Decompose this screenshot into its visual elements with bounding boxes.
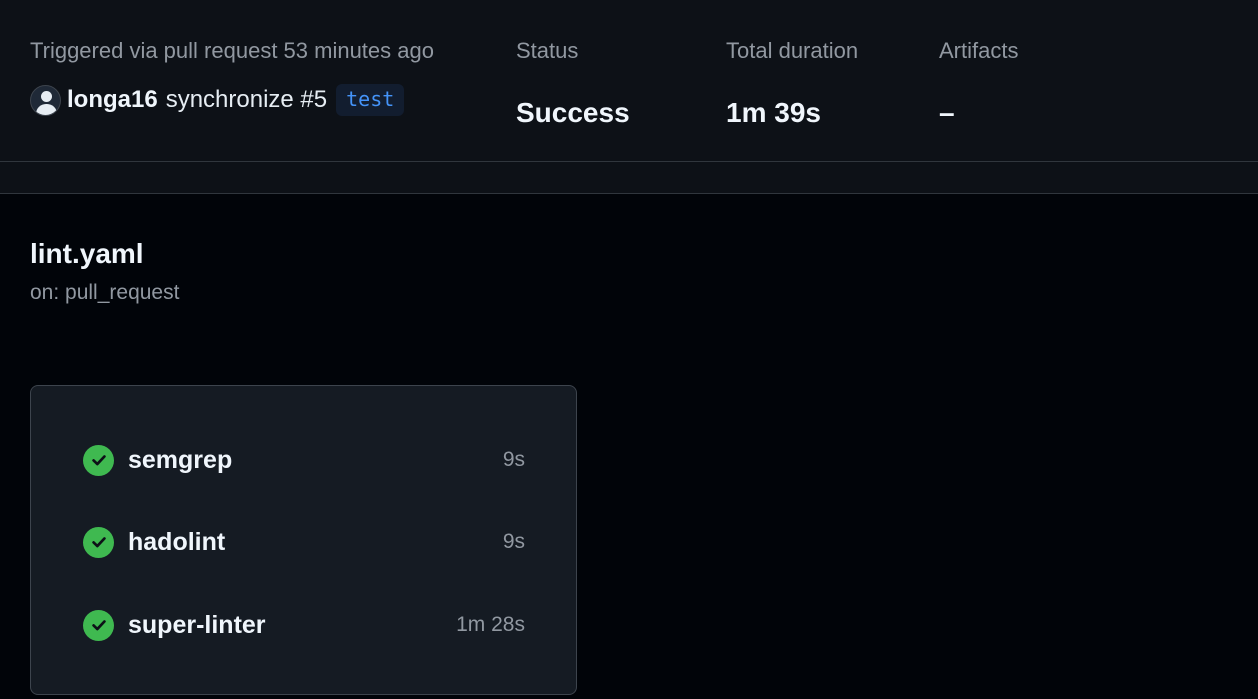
job-super-linter[interactable]: super-linter 1m 28s [83,608,525,642]
check-circle-icon [83,609,114,641]
job-duration: 9s [502,530,525,553]
status-value: Success [516,97,630,128]
trigger-column: Triggered via pull request 53 minutes ag… [30,38,434,64]
workflow-title: lint.yaml [30,238,144,269]
job-hadolint[interactable]: hadolint 9s [83,525,525,559]
artifacts-value: – [939,97,955,128]
check-circle-icon [83,526,114,558]
duration-column: Total duration 1m 39s [726,38,858,130]
artifacts-column: Artifacts – [939,38,1018,130]
workflow-trigger: on: pull_request [30,281,180,304]
status-column: Status Success [516,38,630,130]
artifacts-label: Artifacts [939,38,1019,63]
duration-value: 1m 39s [726,97,821,128]
job-name: super-linter [128,610,266,639]
job-semgrep[interactable]: semgrep 9s [83,443,525,477]
job-duration: 9s [502,448,525,471]
duration-label: Total duration [726,38,859,63]
trigger-row: longa16 synchronize #5 test [30,84,405,116]
avatar[interactable] [30,84,61,116]
event-text[interactable]: synchronize #5 [166,86,327,114]
divider [0,162,1258,194]
check-circle-icon [83,444,114,476]
job-duration: 1m 28s [456,613,525,636]
run-summary: Triggered via pull request 53 minutes ag… [0,0,1258,162]
trigger-label: Triggered via pull request 53 minutes ag… [30,38,434,63]
job-name: hadolint [128,527,226,556]
status-label: Status [516,38,579,63]
actor-link[interactable]: longa16 [67,86,158,114]
branch-badge[interactable]: test [336,84,405,116]
jobs-graph-card: semgrep 9s hadolint 9s super-linter 1m 2… [30,385,577,695]
job-name: semgrep [128,445,233,474]
